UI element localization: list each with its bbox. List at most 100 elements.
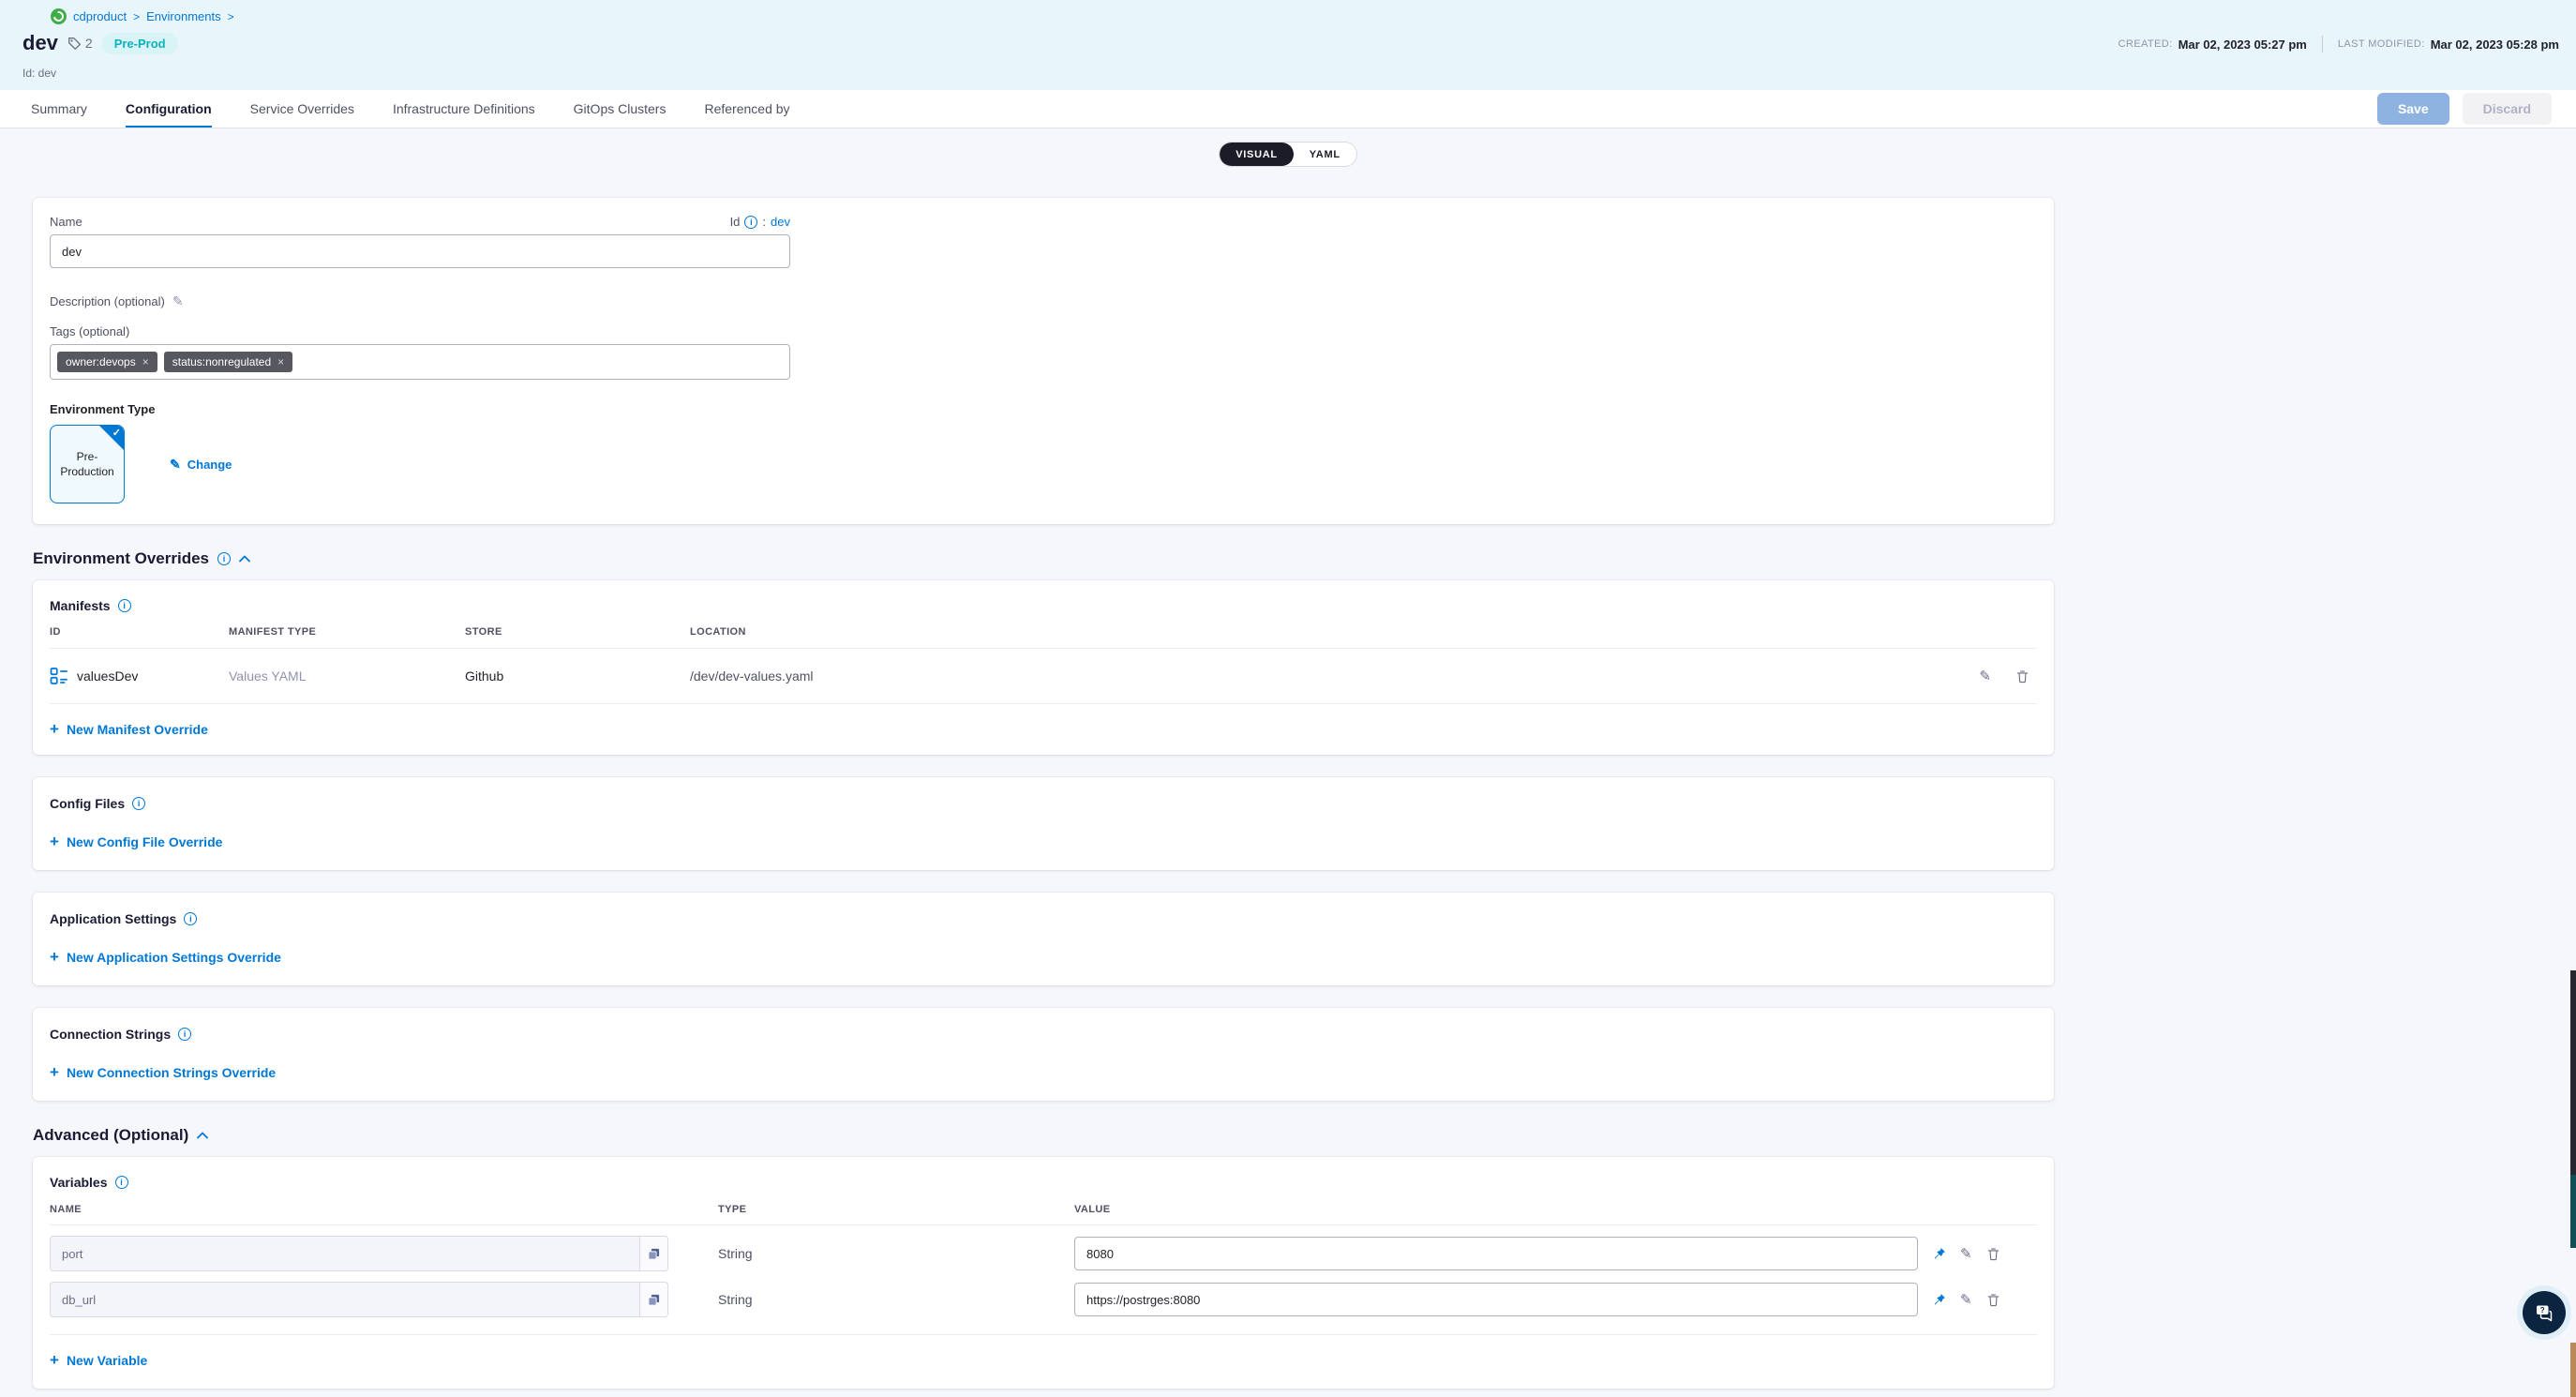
variable-row: String ✎	[50, 1282, 2037, 1317]
column-name: NAME	[50, 1204, 718, 1215]
column-value: VALUE	[1074, 1204, 2037, 1215]
column-manifest-type: MANIFEST TYPE	[229, 626, 465, 638]
plus-icon: +	[50, 834, 59, 849]
edit-description-icon[interactable]: ✎	[172, 293, 184, 309]
visual-toggle-button[interactable]: VISUAL	[1220, 143, 1294, 166]
manifests-card: Manifests i ID MANIFEST TYPE STORE LOCAT…	[33, 580, 2054, 755]
delete-variable-icon[interactable]	[1986, 1293, 2000, 1307]
variables-title: Variables	[50, 1175, 108, 1190]
manifests-info-icon[interactable]: i	[118, 599, 131, 612]
divider	[50, 1334, 2037, 1335]
edit-manifest-icon[interactable]: ✎	[1979, 668, 1991, 684]
id-note: Id i : dev	[730, 215, 790, 229]
tag-icon	[67, 37, 82, 51]
tab-summary[interactable]: Summary	[31, 90, 87, 128]
tab-service-overrides[interactable]: Service Overrides	[250, 90, 354, 128]
config-files-card: Config Files i + New Config File Overrid…	[33, 777, 2054, 870]
scrollbar-thumb[interactable]	[2570, 1175, 2576, 1248]
new-config-file-override-label: New Config File Override	[67, 834, 222, 849]
environment-overrides-info-icon[interactable]: i	[217, 552, 231, 565]
edit-variable-icon[interactable]: ✎	[1960, 1245, 1972, 1262]
audit-dates: CREATED: Mar 02, 2023 05:27 pm LAST MODI…	[2119, 36, 2559, 53]
pin-value-icon[interactable]	[1932, 1293, 1946, 1307]
id-info-icon[interactable]: i	[744, 216, 757, 229]
tags-input[interactable]: owner:devops × status:nonregulated ×	[50, 344, 790, 380]
new-manifest-override-label: New Manifest Override	[67, 722, 208, 737]
id-value-link[interactable]: dev	[771, 215, 790, 229]
column-location: LOCATION	[690, 626, 1953, 638]
tab-infrastructure-definitions[interactable]: Infrastructure Definitions	[393, 90, 535, 128]
help-chat-button[interactable]: ?	[2523, 1291, 2566, 1334]
created-label: CREATED:	[2119, 38, 2173, 50]
change-label: Change	[187, 458, 232, 472]
new-manifest-override-button[interactable]: + New Manifest Override	[50, 721, 208, 737]
page-header: cdproduct > Environments > dev 2 Pre-Pro…	[0, 0, 2576, 90]
new-config-file-override-button[interactable]: + New Config File Override	[50, 834, 222, 849]
name-input[interactable]	[50, 234, 790, 268]
remove-tag-icon[interactable]: ×	[142, 355, 149, 368]
connection-strings-info-icon[interactable]: i	[178, 1028, 191, 1041]
change-env-type-link[interactable]: ✎ Change	[170, 457, 232, 473]
yaml-toggle-button[interactable]: YAML	[1294, 143, 1356, 166]
copy-variable-button[interactable]	[639, 1237, 667, 1270]
page-edge-artifact	[2570, 1343, 2576, 1397]
tag-chip-label: owner:devops	[66, 355, 136, 368]
edit-pencil-icon: ✎	[170, 457, 181, 473]
tag-chip-label: status:nonregulated	[172, 355, 271, 368]
manifest-icon	[50, 667, 68, 685]
variable-value-input[interactable]	[1074, 1283, 1918, 1316]
new-application-settings-override-button[interactable]: + New Application Settings Override	[50, 949, 281, 965]
config-files-info-icon[interactable]: i	[132, 797, 145, 810]
cd-module-icon	[51, 8, 67, 24]
application-settings-info-icon[interactable]: i	[184, 912, 197, 925]
plus-icon: +	[50, 1352, 59, 1368]
new-connection-strings-override-button[interactable]: + New Connection Strings Override	[50, 1064, 276, 1080]
tab-configuration[interactable]: Configuration	[126, 90, 212, 128]
copy-variable-button[interactable]	[639, 1283, 667, 1316]
environment-overrides-title: Environment Overrides	[33, 549, 209, 568]
view-mode-toggle: VISUAL YAML	[1219, 142, 1357, 167]
modified-label: LAST MODIFIED:	[2338, 38, 2425, 50]
name-label: Name	[50, 215, 82, 229]
tag-count: 2	[67, 36, 93, 51]
breadcrumb-product-link[interactable]: cdproduct	[73, 9, 127, 23]
variables-info-icon[interactable]: i	[115, 1176, 128, 1189]
tab-gitops-clusters[interactable]: GitOps Clusters	[574, 90, 666, 128]
page-title: dev	[22, 31, 58, 55]
breadcrumb: cdproduct > Environments >	[51, 8, 234, 24]
plus-icon: +	[50, 1064, 59, 1080]
tab-referenced-by[interactable]: Referenced by	[704, 90, 789, 128]
connection-strings-card: Connection Strings i + New Connection St…	[33, 1008, 2054, 1101]
delete-variable-icon[interactable]	[1986, 1247, 2000, 1261]
new-application-settings-override-label: New Application Settings Override	[67, 950, 281, 965]
config-files-title: Config Files	[50, 796, 125, 811]
environment-type-card[interactable]: ✓ Pre-Production	[50, 425, 125, 503]
edit-variable-icon[interactable]: ✎	[1960, 1291, 1972, 1308]
created-value: Mar 02, 2023 05:27 pm	[2179, 38, 2307, 52]
chat-help-icon: ?	[2534, 1302, 2554, 1323]
plus-icon: +	[50, 721, 59, 737]
manifest-row: valuesDev Values YAML Github /dev/dev-va…	[50, 649, 2037, 704]
breadcrumb-environments-link[interactable]: Environments	[146, 9, 220, 23]
variable-name-input[interactable]	[51, 1283, 639, 1316]
scrollbar-thumb[interactable]	[2570, 970, 2576, 1175]
tab-bar: Summary Configuration Service Overrides …	[0, 90, 2576, 128]
remove-tag-icon[interactable]: ×	[277, 355, 284, 368]
delete-manifest-icon[interactable]	[2015, 669, 2029, 683]
modified-value: Mar 02, 2023 05:28 pm	[2431, 38, 2559, 52]
collapse-chevron-up-icon[interactable]	[197, 1132, 208, 1139]
application-settings-title: Application Settings	[50, 911, 176, 926]
new-variable-button[interactable]: + New Variable	[50, 1352, 147, 1368]
application-settings-card: Application Settings i + New Application…	[33, 893, 2054, 985]
new-variable-label: New Variable	[67, 1353, 147, 1368]
variable-name-input[interactable]	[51, 1237, 639, 1270]
manifest-store: Github	[465, 668, 690, 683]
basic-info-card: Name Id i : dev Description (optional) ✎…	[33, 198, 2054, 524]
manifest-id: valuesDev	[77, 668, 138, 683]
discard-button[interactable]: Discard	[2463, 93, 2552, 125]
save-button[interactable]: Save	[2377, 93, 2449, 125]
variable-value-input[interactable]	[1074, 1237, 1918, 1270]
breadcrumb-separator-icon: >	[228, 10, 234, 23]
pin-value-icon[interactable]	[1932, 1247, 1946, 1261]
collapse-chevron-up-icon[interactable]	[239, 555, 250, 563]
